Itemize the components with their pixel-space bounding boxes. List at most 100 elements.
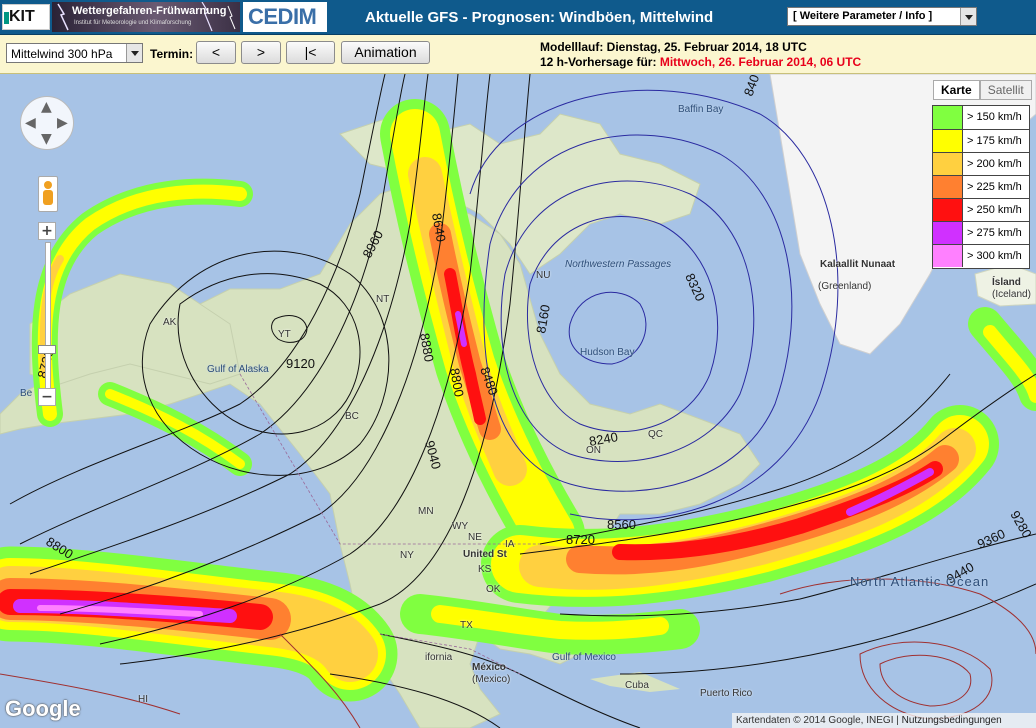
maptype-satellit-button[interactable]: Satellit (979, 80, 1032, 100)
cedim-logo[interactable]: CEDIM (243, 2, 327, 32)
label-kalaallit: Kalaallit Nunaat (820, 259, 896, 270)
label-ak: AK (163, 317, 177, 328)
zoom-control: + − (38, 222, 56, 408)
zoom-out-icon[interactable]: − (38, 388, 56, 406)
label-qc: QC (648, 429, 663, 440)
label-wy: WY (452, 521, 469, 532)
legend-row: > 175 km/h (933, 129, 1029, 152)
label-california: ifornia (425, 652, 453, 663)
attribution: Kartendaten © 2014 Google, INEGI | Nutzu… (732, 713, 1036, 728)
header-bar: KIT Wettergefahren-Frühwarnung Institut … (0, 0, 1036, 35)
wettergefahren-banner[interactable]: Wettergefahren-Frühwarnung Institut für … (52, 2, 240, 32)
label-gulf-of-mexico: Gulf of Mexico (552, 652, 616, 663)
kit-logo[interactable]: KIT (2, 4, 50, 30)
more-parameters-select[interactable]: [ Weitere Parameter / Info ] (787, 7, 977, 26)
map-canvas: 8640 8960 8880 8800 8480 9120 9040 8720 … (0, 74, 1036, 728)
label-bering: Be (20, 388, 33, 399)
label-on: ON (586, 445, 601, 456)
legend-label: > 250 km/h (967, 204, 1022, 216)
zoom-slider-handle[interactable] (38, 345, 56, 354)
zoom-track[interactable] (45, 242, 51, 390)
label-ne: NE (468, 532, 482, 543)
wind-legend: > 150 km/h > 175 km/h > 200 km/h > 225 km/h… (932, 105, 1030, 269)
control-bar: Mittelwind 300 hPa Termin: < > |< Animat… (0, 35, 1036, 74)
label-island: Ísland (992, 277, 1021, 288)
label-mexico: México (472, 662, 506, 673)
label-yt: YT (278, 329, 291, 340)
legend-swatch (933, 199, 963, 221)
legend-swatch (933, 106, 963, 129)
contour-label: 840 (741, 74, 763, 98)
level-select[interactable]: Mittelwind 300 hPa (6, 43, 143, 63)
chevron-down-icon[interactable] (960, 8, 976, 25)
label-north-atlantic: North Atlantic Ocean (850, 574, 990, 589)
legend-label: > 175 km/h (967, 135, 1022, 147)
chevron-down-icon[interactable] (126, 44, 142, 62)
contour-label: 9120 (286, 356, 315, 371)
logo-strip: KIT Wettergefahren-Frühwarnung Institut … (0, 1, 330, 33)
pan-up-icon[interactable]: ▲ (41, 99, 52, 115)
pan-down-icon[interactable]: ▼ (41, 131, 52, 147)
label-bc: BC (345, 411, 359, 422)
level-select-value: Mittelwind 300 hPa (11, 47, 113, 61)
label-ny: NY (400, 550, 414, 561)
pegman-icon[interactable] (38, 176, 58, 212)
attribution-text: Kartendaten © 2014 Google, INEGI (736, 715, 894, 726)
legend-label: > 150 km/h (967, 111, 1022, 123)
banner-subtitle: Institut für Meteorologie und Klimaforsc… (74, 20, 192, 26)
contour-label: 8720 (566, 532, 595, 547)
label-united-states: United St (463, 549, 507, 560)
legend-row: > 225 km/h (933, 175, 1029, 198)
hudson-bay-water (555, 274, 670, 384)
label-mn: MN (418, 506, 434, 517)
pan-control[interactable]: ▲ ▼ ◀ ▶ (20, 96, 74, 150)
pan-right-icon[interactable]: ▶ (57, 115, 68, 131)
legend-row: > 150 km/h (933, 106, 1029, 129)
model-run-text: Modelllauf: Dienstag, 25. Februar 2014, … (540, 40, 807, 54)
label-nt: NT (376, 294, 390, 305)
next-button[interactable]: > (241, 41, 281, 64)
contour-label: 8320 (682, 271, 708, 304)
pan-left-icon[interactable]: ◀ (25, 115, 36, 131)
legend-label: > 200 km/h (967, 158, 1022, 170)
maptype-karte-button[interactable]: Karte (933, 80, 980, 100)
label-nu: NU (536, 270, 551, 281)
label-ok: OK (486, 584, 501, 595)
legend-row: > 200 km/h (933, 152, 1029, 175)
termin-label: Termin: (150, 47, 194, 61)
first-button[interactable]: |< (286, 41, 335, 64)
label-tx: TX (460, 620, 473, 631)
legend-label: > 225 km/h (967, 181, 1022, 193)
label-puerto-rico: Puerto Rico (700, 688, 753, 699)
legend-swatch (933, 222, 963, 244)
legend-swatch (933, 245, 963, 267)
kit-logo-text: KIT (9, 8, 35, 25)
google-logo[interactable]: Google (5, 696, 81, 722)
legend-label: > 300 km/h (967, 250, 1022, 262)
legend-row: > 275 km/h (933, 221, 1029, 244)
forecast-prefix: 12 h-Vorhersage für: (540, 55, 657, 69)
banner-title: Wettergefahren-Frühwarnung (72, 5, 227, 17)
legend-swatch (933, 130, 963, 152)
run-info: Modelllauf: Dienstag, 25. Februar 2014, … (540, 40, 861, 70)
label-hudson-bay: Hudson Bay (580, 347, 635, 358)
prev-button[interactable]: < (196, 41, 236, 64)
label-iceland: (Iceland) (992, 289, 1031, 300)
label-northwestern: Northwestern Passages (565, 259, 672, 270)
more-parameters-value: [ Weitere Parameter / Info ] (793, 10, 933, 22)
label-ks: KS (478, 564, 492, 575)
label-mexico-paren: (Mexico) (472, 674, 511, 685)
legend-swatch (933, 176, 963, 198)
label-cuba: Cuba (625, 680, 649, 691)
cedim-logo-text: CEDIM (248, 4, 317, 29)
forecast-map[interactable]: 8640 8960 8880 8800 8480 9120 9040 8720 … (0, 74, 1036, 728)
animation-button[interactable]: Animation (341, 41, 430, 64)
forecast-line: 12 h-Vorhersage für: Mittwoch, 26. Febru… (540, 55, 861, 70)
legend-label: > 275 km/h (967, 227, 1022, 239)
zoom-in-icon[interactable]: + (38, 222, 56, 240)
forecast-valid-time: Mittwoch, 26. Februar 2014, 06 UTC (659, 55, 862, 69)
contour-label: 9360 (975, 526, 1008, 552)
contour-label: 8560 (607, 517, 636, 532)
contour-label: 8160 (533, 303, 553, 334)
terms-link[interactable]: Nutzungsbedingungen (902, 715, 1002, 726)
